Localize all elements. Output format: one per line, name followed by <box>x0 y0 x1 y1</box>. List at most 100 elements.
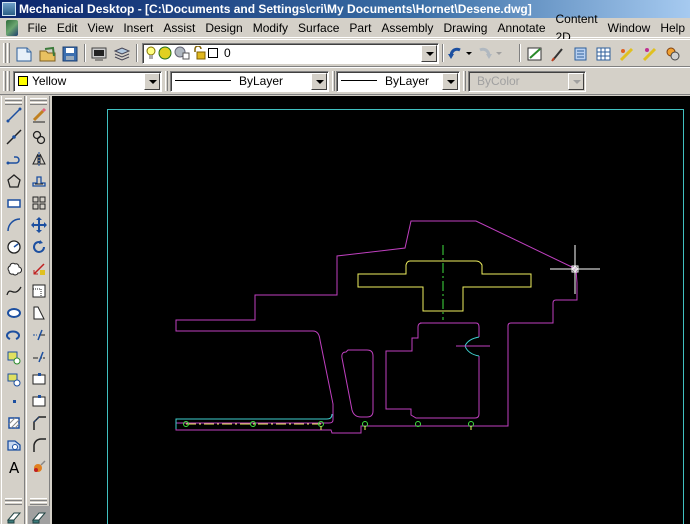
point-icon[interactable] <box>3 390 25 412</box>
match-properties-icon[interactable] <box>547 43 569 65</box>
plotstyle-dropdown-arrow <box>568 73 584 90</box>
redo-icon[interactable] <box>476 43 494 65</box>
save-icon[interactable] <box>59 43 81 65</box>
menu-part[interactable]: Part <box>344 19 376 37</box>
menu-insert[interactable]: Insert <box>118 19 158 37</box>
layers-icon[interactable] <box>111 43 133 65</box>
linetype-dropdown-arrow[interactable] <box>311 73 327 90</box>
properties-toolbar: Yellow ByLayer ByLayer ByColor <box>0 67 690 95</box>
menu-design[interactable]: Design <box>200 19 247 37</box>
line-icon[interactable] <box>3 104 25 126</box>
markup-icon[interactable] <box>616 43 638 65</box>
extend-icon[interactable] <box>28 324 50 346</box>
menu-file[interactable]: File <box>22 19 51 37</box>
menu-modify[interactable]: Modify <box>248 19 293 37</box>
separator <box>442 44 444 62</box>
draw-toolbar: A <box>1 96 25 524</box>
menu-annotate[interactable]: Annotate <box>492 19 550 37</box>
undo-icon[interactable] <box>446 43 464 65</box>
document-icon[interactable] <box>6 19 19 36</box>
toolbar-grip[interactable] <box>463 71 466 91</box>
toolbar-grip[interactable] <box>30 498 47 501</box>
block-editor-icon[interactable] <box>662 43 684 65</box>
ellipse-arc-icon[interactable] <box>3 324 25 346</box>
toolbar-grip[interactable] <box>5 498 22 501</box>
color-dropdown[interactable]: Yellow <box>13 71 162 92</box>
array-icon[interactable] <box>28 192 50 214</box>
fillet-icon[interactable] <box>28 434 50 456</box>
pocket-outline <box>341 349 374 418</box>
app-icon[interactable] <box>2 2 16 16</box>
circle-icon[interactable] <box>3 236 25 258</box>
copy-icon[interactable] <box>28 126 50 148</box>
erase-icon[interactable] <box>28 104 50 126</box>
linetype-value: ByLayer <box>175 74 283 89</box>
menu-help[interactable]: Help <box>655 19 690 37</box>
tool-palette-icon[interactable] <box>593 43 615 65</box>
toolbar-grip[interactable] <box>30 502 47 505</box>
linetype-dropdown[interactable]: ByLayer <box>170 71 329 92</box>
menu-view[interactable]: View <box>83 19 119 37</box>
insert-block-icon[interactable] <box>3 346 25 368</box>
rotate-icon[interactable] <box>28 236 50 258</box>
layer-dropdown-arrow[interactable] <box>421 45 437 62</box>
menu-drawing[interactable]: Drawing <box>438 19 492 37</box>
toolbar-grip[interactable] <box>7 43 10 63</box>
toolbar-grip[interactable] <box>30 98 47 101</box>
chamfer-icon[interactable] <box>28 412 50 434</box>
drawing-canvas[interactable] <box>52 96 690 524</box>
offset-icon[interactable] <box>28 170 50 192</box>
scale-icon[interactable] <box>28 258 50 280</box>
markup-2-icon[interactable] <box>639 43 661 65</box>
menu-assembly[interactable]: Assembly <box>376 19 438 37</box>
redo-dropdown-arrow[interactable] <box>494 43 504 65</box>
toolbar-grip[interactable] <box>3 71 6 91</box>
menu-window[interactable]: Window <box>603 19 656 37</box>
explode-icon[interactable] <box>28 456 50 478</box>
mirror-icon[interactable] <box>28 148 50 170</box>
break-icon[interactable] <box>28 368 50 390</box>
hatch-icon[interactable] <box>3 412 25 434</box>
toolbar-grip[interactable] <box>165 71 168 91</box>
spline-icon[interactable] <box>3 280 25 302</box>
stretch-icon[interactable] <box>28 280 50 302</box>
polygon-icon[interactable] <box>3 170 25 192</box>
trim-icon[interactable] <box>28 302 50 324</box>
plotstyle-dropdown: ByColor <box>468 71 586 92</box>
properties-icon[interactable] <box>524 43 546 65</box>
ellipse-icon[interactable] <box>3 302 25 324</box>
separator <box>136 44 138 62</box>
layer-state-icons: 0 <box>146 46 231 60</box>
make-block-icon[interactable] <box>3 368 25 390</box>
construction-line-icon[interactable] <box>3 126 25 148</box>
toolbar-grip[interactable] <box>3 43 6 63</box>
region-icon[interactable] <box>3 434 25 456</box>
move-icon[interactable] <box>28 214 50 236</box>
eraser-tool-icon[interactable] <box>3 506 25 524</box>
polyline-icon[interactable] <box>3 148 25 170</box>
break-at-point-icon[interactable] <box>28 346 50 368</box>
eraser-tool-pressed-icon[interactable] <box>28 506 50 524</box>
toolbar-grip[interactable] <box>5 502 22 505</box>
toolbar-grip[interactable] <box>7 71 10 91</box>
design-center-icon[interactable] <box>570 43 592 65</box>
revision-cloud-icon[interactable] <box>3 258 25 280</box>
open-icon[interactable] <box>37 43 59 65</box>
toolbar-grip[interactable] <box>332 71 335 91</box>
menu-edit[interactable]: Edit <box>52 19 83 37</box>
undo-dropdown-arrow[interactable] <box>464 43 474 65</box>
arc-icon[interactable] <box>3 214 25 236</box>
lineweight-dropdown[interactable]: ByLayer <box>336 71 460 92</box>
lineweight-dropdown-arrow[interactable] <box>442 73 458 90</box>
layer-dropdown[interactable]: 0 <box>142 43 439 64</box>
color-dropdown-arrow[interactable] <box>144 73 160 90</box>
multiline-text-icon[interactable]: A <box>3 456 25 478</box>
toolbar-grip[interactable] <box>5 98 22 101</box>
join-icon[interactable] <box>28 390 50 412</box>
rectangle-icon[interactable] <box>3 192 25 214</box>
menu-assist[interactable]: Assist <box>158 19 200 37</box>
new-icon[interactable] <box>13 43 35 65</box>
menu-surface[interactable]: Surface <box>293 19 344 37</box>
lineweight-value: ByLayer <box>341 74 429 89</box>
plot-icon[interactable] <box>88 43 110 65</box>
